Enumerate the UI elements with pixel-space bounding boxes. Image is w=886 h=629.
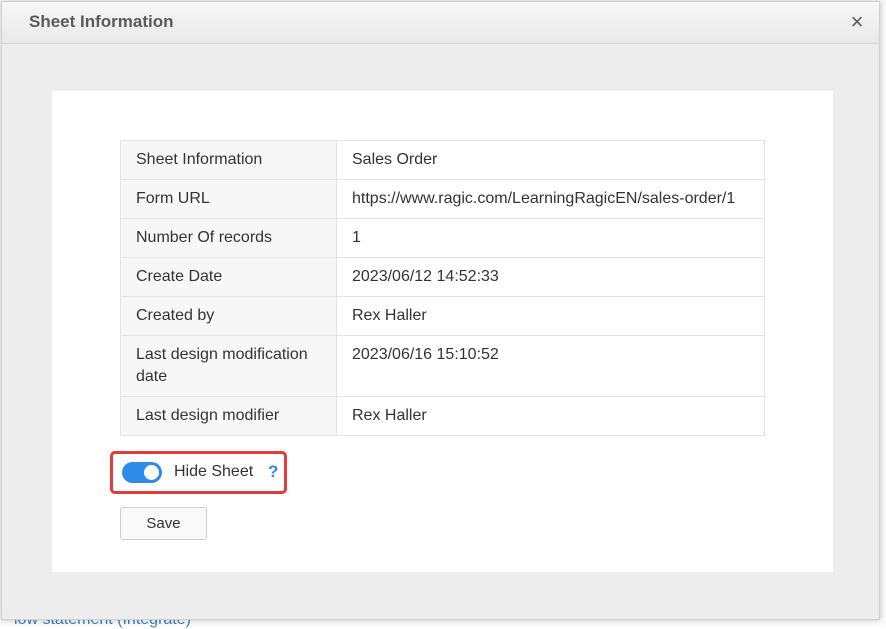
table-row: Form URL https://www.ragic.com/LearningR… — [120, 179, 765, 219]
dialog-title: Sheet Information — [29, 12, 174, 31]
row-value: https://www.ragic.com/LearningRagicEN/sa… — [336, 179, 765, 219]
row-value: 1 — [336, 218, 765, 258]
row-label: Sheet Information — [120, 140, 337, 180]
table-row: Created by Rex Haller — [120, 296, 765, 336]
hide-sheet-label: Hide Sheet — [174, 463, 254, 480]
dialog-titlebar: Sheet Information × — [2, 2, 879, 44]
toggle-knob — [144, 465, 159, 480]
row-value: Rex Haller — [336, 396, 765, 436]
table-row: Last design modifier Rex Haller — [120, 396, 765, 436]
table-row: Sheet Information Sales Order — [120, 140, 765, 180]
question-icon[interactable]: ? — [268, 462, 278, 482]
close-icon[interactable]: × — [847, 11, 867, 33]
table-row: Last design modification date 2023/06/16… — [120, 335, 765, 397]
row-value: 2023/06/16 15:10:52 — [336, 335, 765, 397]
hide-sheet-toggle[interactable] — [122, 462, 162, 483]
row-value: Sales Order — [336, 140, 765, 180]
row-value: Rex Haller — [336, 296, 765, 336]
sheet-information-dialog: Sheet Information × Sheet Information Sa… — [1, 1, 880, 620]
hide-sheet-highlight: Hide Sheet ? — [110, 451, 287, 494]
row-value: 2023/06/12 14:52:33 — [336, 257, 765, 297]
row-label: Last design modification date — [120, 335, 337, 397]
row-label: Created by — [120, 296, 337, 336]
dialog-content-panel: Sheet Information Sales Order Form URL h… — [52, 91, 833, 572]
table-row: Number Of records 1 — [120, 218, 765, 258]
save-button[interactable]: Save — [120, 507, 207, 540]
row-label: Number Of records — [120, 218, 337, 258]
row-label: Create Date — [120, 257, 337, 297]
sheet-info-table: Sheet Information Sales Order Form URL h… — [120, 140, 765, 436]
table-row: Create Date 2023/06/12 14:52:33 — [120, 257, 765, 297]
row-label: Form URL — [120, 179, 337, 219]
row-label: Last design modifier — [120, 396, 337, 436]
